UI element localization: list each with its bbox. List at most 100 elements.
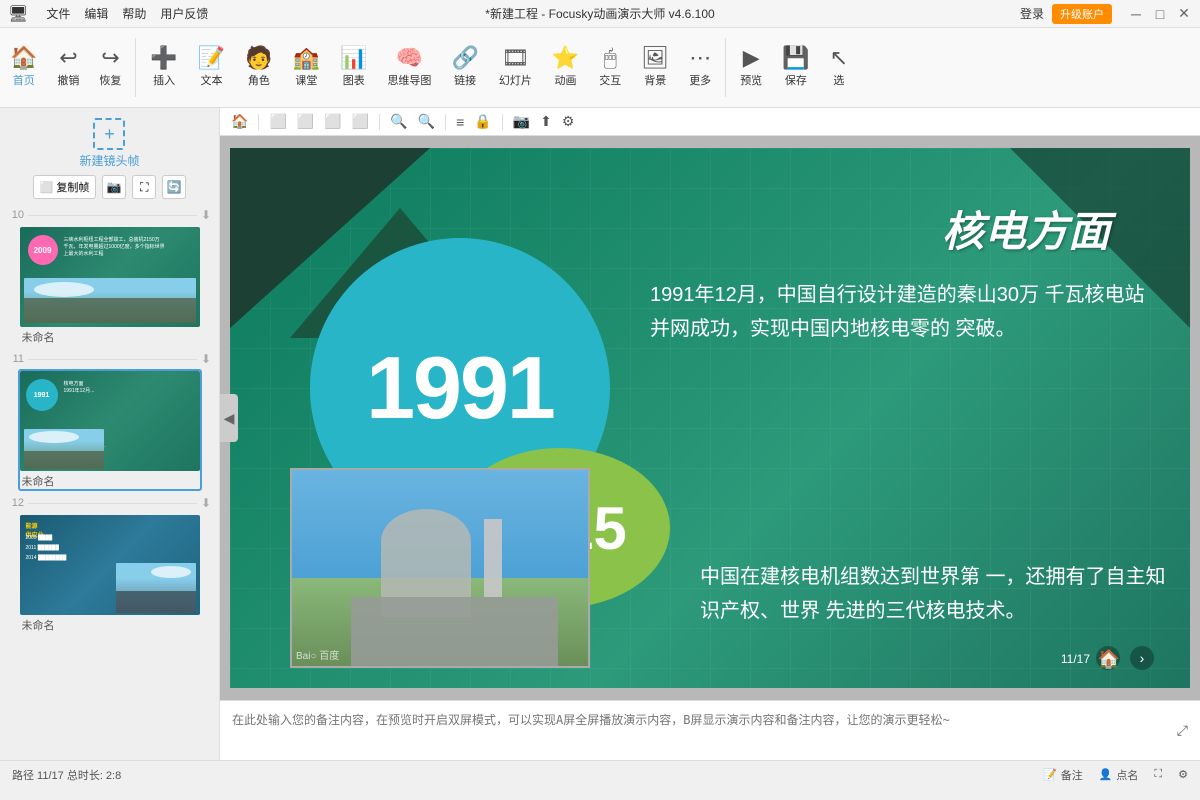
status-annotate-button[interactable]: 📝 备注 <box>1043 767 1083 783</box>
toolbar-home[interactable]: 🏠 首页 <box>0 32 47 103</box>
slide-item-12[interactable]: 能源供应业 2009 ████ 2011 ██████ 2014 ███████… <box>18 513 202 635</box>
frame-btn-2[interactable]: ⬜ <box>294 111 317 132</box>
menu-feedback[interactable]: 用户反馈 <box>160 5 208 22</box>
nav-next-button[interactable]: › <box>1130 646 1154 670</box>
export-btn[interactable]: ⬆ <box>537 111 555 132</box>
title-controls: 登录 升级账户 ─ □ ✕ <box>1020 4 1192 24</box>
new-frame-button[interactable]: + 新建镜头帧 <box>69 112 149 175</box>
menu-bar: 🖥 文件 编辑 帮助 用户反馈 <box>8 4 208 24</box>
thumb-12-img <box>116 563 196 613</box>
canvas-toolbar: 🏠 ⬜ ⬜ ⬜ ⬜ 🔍 🔍 ≡ 🔒 📷 ⬆ ⚙ <box>220 108 1200 136</box>
divider-2 <box>725 38 726 97</box>
toolbar-save[interactable]: 💾 保存 <box>772 32 819 103</box>
link-label: 链接 <box>454 72 476 88</box>
slide-thumb-10: 2009 三峡水利枢纽工程全部竣工，总装机2150万千瓦，年发电量超过1000亿… <box>20 227 200 327</box>
menu-edit[interactable]: 编辑 <box>84 5 108 22</box>
toolbar-link[interactable]: 🔗 链接 <box>441 32 488 103</box>
separator-10: 10 ⬇ <box>0 205 219 225</box>
fullscreen-button[interactable]: ⛶ <box>132 175 156 199</box>
settings-btn[interactable]: ⚙ <box>559 111 578 132</box>
rotate-icon: 🔄 <box>167 180 182 194</box>
slide-item-10[interactable]: 2009 三峡水利枢纽工程全部竣工，总装机2150万千瓦，年发电量超过1000亿… <box>18 225 202 347</box>
slide-12-name: 未命名 <box>20 615 200 633</box>
character-icon: 🧑 <box>245 47 272 69</box>
zoom-out-btn[interactable]: 🔍 <box>415 111 438 132</box>
toolbar-chart[interactable]: 📊 图表 <box>330 32 377 103</box>
redo-icon: ↪ <box>101 47 119 69</box>
toolbar-mindmap[interactable]: 🧠 思维导图 <box>377 32 441 103</box>
screenshot-btn[interactable]: 📷 <box>510 111 533 132</box>
collapse-11-icon[interactable]: ⬇ <box>201 352 211 366</box>
notes-expand-button[interactable]: ⤢ <box>1177 722 1188 739</box>
home-canvas-btn[interactable]: 🏠 <box>228 111 251 132</box>
select-icon: ↖ <box>830 47 848 69</box>
toolbar-classroom[interactable]: 🏫 课堂 <box>283 32 330 103</box>
nav-home-button[interactable]: 🏠 <box>1098 649 1120 670</box>
app-title: *新建工程 - Focusky动画演示大师 v4.6.100 <box>485 5 714 22</box>
collapse-panel-button[interactable]: ◀ <box>220 394 238 442</box>
insert-label: 插入 <box>153 72 175 88</box>
zoom-in-btn[interactable]: 🔍 <box>387 111 410 132</box>
thumb-11-img <box>24 429 104 469</box>
menu-help[interactable]: 帮助 <box>122 5 146 22</box>
slideshow-label: 幻灯片 <box>499 72 532 88</box>
camera-button[interactable]: 📷 <box>102 175 126 199</box>
collapse-10-icon[interactable]: ⬇ <box>201 208 211 222</box>
frame-btn-4[interactable]: ⬜ <box>349 111 372 132</box>
toolbar-text[interactable]: 📝 文本 <box>188 32 235 103</box>
status-settings-button[interactable]: ⚙ <box>1178 768 1188 781</box>
lock-btn[interactable]: 🔒 <box>471 111 494 132</box>
slide-presentation[interactable]: 1991 2015 Bai○ 百度 核电 <box>230 148 1190 688</box>
thumb-12-bar2: 2011 ██████ <box>26 545 59 551</box>
thumb-12-bar1: 2009 ████ <box>26 535 53 541</box>
fullscreen-icon: ⛶ <box>140 180 148 195</box>
save-label: 保存 <box>785 72 807 88</box>
toolbar-slideshow[interactable]: 🎞 幻灯片 <box>489 32 542 103</box>
character-label: 角色 <box>248 72 270 88</box>
copy-frame-button[interactable]: ⬜ 复制帧 <box>33 175 97 199</box>
main-area: + 新建镜头帧 ⬜ 复制帧 📷 ⛶ 🔄 10 ⬇ <box>0 108 1200 760</box>
thumb-11-circle1: 1991 <box>26 379 58 411</box>
settings-status-icon: ⚙ <box>1178 768 1188 781</box>
photo-watermark: Bai○ 百度 <box>296 647 339 662</box>
thumb-10-circle: 2009 <box>28 235 58 265</box>
toolbar-more[interactable]: ⋯ 更多 <box>679 32 721 103</box>
maximize-button[interactable]: □ <box>1152 6 1168 22</box>
annotate-label: 备注 <box>1061 767 1083 783</box>
year-1991-text: 1991 <box>366 337 554 439</box>
toolbar-redo[interactable]: ↪ 恢复 <box>89 32 131 103</box>
thumb-10-content: 2009 三峡水利枢纽工程全部竣工，总装机2150万千瓦，年发电量超过1000亿… <box>20 227 200 327</box>
text-2015-content: 中国在建核电机组数达到世界第 一，还拥有了自主知识产权、世界 先进的三代核电技术… <box>700 566 1166 622</box>
collapse-12-icon[interactable]: ⬇ <box>201 496 211 510</box>
toolbar-insert[interactable]: ➕ 插入 <box>140 32 187 103</box>
toolbar-character[interactable]: 🧑 角色 <box>235 32 282 103</box>
frame-btn-1[interactable]: ⬜ <box>266 111 289 132</box>
close-button[interactable]: ✕ <box>1176 6 1192 22</box>
minimize-button[interactable]: ─ <box>1128 6 1144 22</box>
toolbar-interact[interactable]: 🖱 交互 <box>589 32 631 103</box>
thumb-12-content: 能源供应业 2009 ████ 2011 ██████ 2014 ███████… <box>20 515 200 615</box>
notes-textarea[interactable] <box>232 711 1169 751</box>
slide-item-11[interactable]: 1991 2015 核电方面1991年12月... 中国在建核电... 未命名 <box>18 369 202 491</box>
menu-file[interactable]: 文件 <box>46 5 70 22</box>
mindmap-label: 思维导图 <box>387 72 431 88</box>
classroom-icon: 🏫 <box>293 47 320 69</box>
copy-icon: ⬜ <box>40 181 54 194</box>
slideshow-icon: 🎞 <box>501 47 529 69</box>
link-icon: 🔗 <box>451 47 478 69</box>
toolbar-undo[interactable]: ↩ 撤销 <box>47 32 89 103</box>
toolbar-animation[interactable]: ⭐ 动画 <box>542 32 589 103</box>
frame-btn-3[interactable]: ⬜ <box>321 111 344 132</box>
toolbar-background[interactable]: 🖼 背景 <box>631 32 679 103</box>
login-button[interactable]: 登录 <box>1020 5 1044 22</box>
upgrade-button[interactable]: 升级账户 <box>1052 4 1112 24</box>
toolbar-select[interactable]: ↖ 选 <box>820 32 858 103</box>
sep-line-10 <box>28 215 197 216</box>
rotate-button[interactable]: 🔄 <box>162 175 186 199</box>
status-fullscreen-button[interactable]: ⛶ <box>1154 768 1162 781</box>
align-btn[interactable]: ≡ <box>453 112 467 132</box>
chart-icon: 📊 <box>340 47 367 69</box>
status-highlight-button[interactable]: 👤 点名 <box>1099 767 1139 783</box>
preview-icon: ▶ <box>743 47 760 69</box>
toolbar-preview[interactable]: ▶ 预览 <box>730 32 772 103</box>
